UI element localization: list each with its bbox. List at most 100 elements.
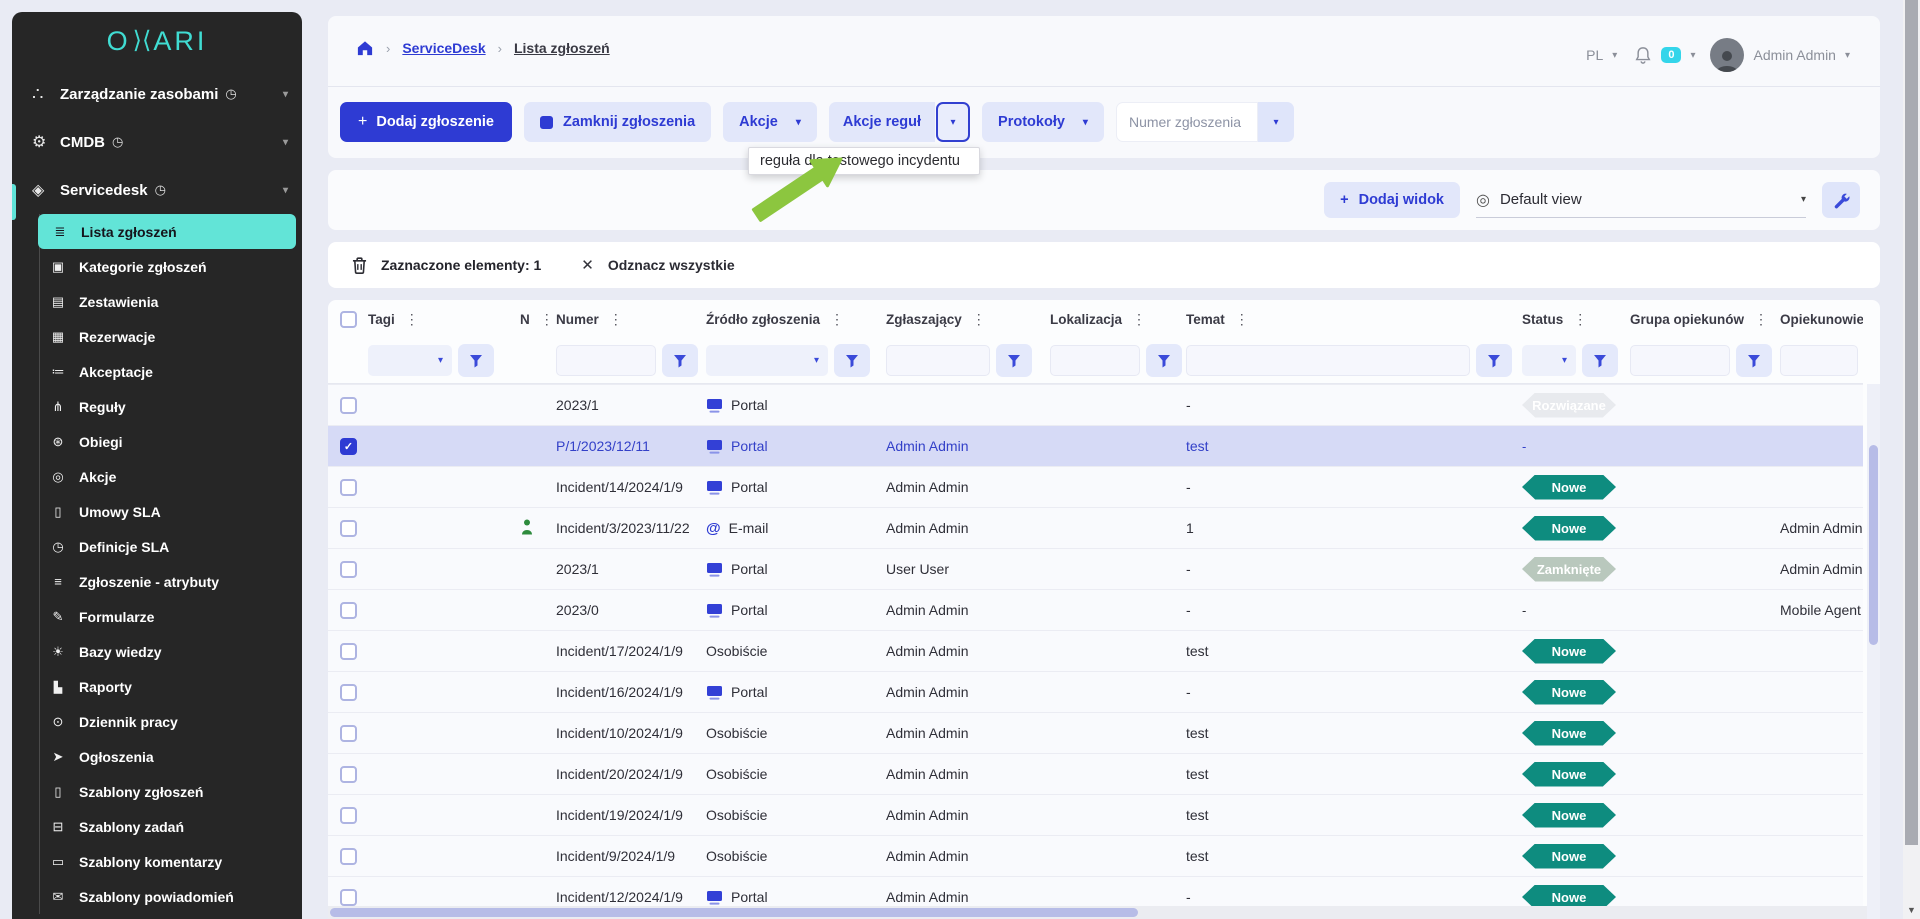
row-checkbox[interactable] xyxy=(340,684,357,701)
breadcrumb-current[interactable]: Lista zgłoszeń xyxy=(514,40,610,56)
configure-view-button[interactable] xyxy=(1822,182,1860,218)
sidebar-item[interactable]: Akcje ▾ xyxy=(12,459,296,494)
chevron-down-icon[interactable]: ▾ xyxy=(1845,50,1850,61)
sidebar-item[interactable]: Reguły ▾ xyxy=(12,389,296,424)
row-checkbox[interactable] xyxy=(340,479,357,496)
protocols-button[interactable]: Protokoły ▾ xyxy=(982,102,1104,142)
sidebar-item[interactable]: Szablony komentarzy ▾ xyxy=(12,844,296,879)
scroll-down-arrow-icon[interactable]: ▼ xyxy=(1903,905,1920,915)
row-checkbox[interactable] xyxy=(340,766,357,783)
sidebar-item[interactable]: Bazy wiedzy ▾ xyxy=(12,634,296,669)
zglaszajacy-filter-input[interactable] xyxy=(886,345,990,376)
row-checkbox[interactable] xyxy=(340,561,357,578)
column-menu-icon[interactable]: ⋮ xyxy=(1754,311,1769,328)
lokalizacja-filter-button[interactable] xyxy=(1146,344,1182,377)
sidebar-section-servicedesk[interactable]: Servicedesk ◷ ▾ xyxy=(12,166,302,214)
breadcrumb-servicedesk[interactable]: ServiceDesk xyxy=(402,40,485,56)
vertical-scrollbar-thumb[interactable] xyxy=(1869,445,1878,645)
table-horizontal-scrollbar[interactable] xyxy=(328,906,1867,919)
column-menu-icon[interactable]: ⋮ xyxy=(1132,311,1147,328)
table-row[interactable]: Incident/3/2023/11/22 @ E-mail Admin Adm… xyxy=(328,507,1863,548)
avatar[interactable] xyxy=(1710,38,1744,72)
column-menu-icon[interactable]: ⋮ xyxy=(1235,311,1250,328)
table-row[interactable]: Incident/14/2024/1/9 @ Portal Admin Admi… xyxy=(328,466,1863,507)
sidebar-item[interactable]: Umowy SLA ▾ xyxy=(12,494,296,529)
temat-filter-button[interactable] xyxy=(1476,344,1512,377)
rule-actions-dropdown-toggle[interactable]: ▾ xyxy=(936,102,970,142)
bell-icon[interactable] xyxy=(1634,46,1652,65)
zrodlo-filter-select[interactable]: ▾ xyxy=(706,345,828,376)
page-scrollbar[interactable]: ▼ xyxy=(1903,0,1920,919)
column-menu-icon[interactable]: ⋮ xyxy=(830,311,845,328)
table-row[interactable]: 2023/1 @ Portal - Rozwiązane xyxy=(328,384,1863,425)
grupa-filter-button[interactable] xyxy=(1736,344,1772,377)
tagi-filter-button[interactable] xyxy=(458,344,494,377)
table-row[interactable]: Incident/9/2024/1/9 @ Osobiście Admin Ad… xyxy=(328,835,1863,876)
horizontal-scrollbar-thumb[interactable] xyxy=(330,908,1138,917)
sidebar-item[interactable]: Raporty ▾ xyxy=(12,669,296,704)
sidebar-item[interactable]: Zgłoszenie - atrybuty ▾ xyxy=(12,564,296,599)
sidebar-item[interactable]: Dziennik pracy ▾ xyxy=(12,704,296,739)
sidebar-item[interactable]: Szablony zgłoszeń ▾ xyxy=(12,774,296,809)
column-menu-icon[interactable]: ⋮ xyxy=(405,311,420,328)
chevron-down-icon[interactable]: ▾ xyxy=(1612,50,1617,61)
temat-filter-input[interactable] xyxy=(1186,345,1470,376)
row-checkbox[interactable] xyxy=(340,725,357,742)
search-dropdown-toggle[interactable]: ▾ xyxy=(1258,102,1294,142)
row-checkbox[interactable] xyxy=(340,397,357,414)
status-filter-select[interactable]: ▾ xyxy=(1522,345,1576,376)
table-row[interactable]: Incident/17/2024/1/9 @ Osobiście Admin A… xyxy=(328,630,1863,671)
sidebar-item[interactable]: Zestawienia ▾ xyxy=(12,284,296,319)
home-icon[interactable] xyxy=(356,40,374,56)
close-tickets-button[interactable]: Zamknij zgłoszenia xyxy=(524,102,711,142)
add-ticket-button[interactable]: + Dodaj zgłoszenie xyxy=(340,102,512,142)
view-select[interactable]: ◎ Default view ▾ xyxy=(1476,182,1806,218)
table-vertical-scrollbar[interactable] xyxy=(1867,384,1880,919)
select-all-checkbox[interactable] xyxy=(340,311,357,328)
add-view-button[interactable]: + Dodaj widok xyxy=(1324,182,1460,218)
table-row[interactable]: Incident/16/2024/1/9 @ Portal Admin Admi… xyxy=(328,671,1863,712)
sidebar-item[interactable]: Rezerwacje ▾ xyxy=(12,319,296,354)
sidebar-item[interactable]: Akceptacje ▾ xyxy=(12,354,296,389)
sidebar-item[interactable]: Definicje SLA ▾ xyxy=(12,529,296,564)
sidebar-item[interactable]: Szablony powiadomień ▾ xyxy=(12,879,296,914)
row-checkbox[interactable] xyxy=(340,889,357,906)
row-checkbox[interactable] xyxy=(340,438,357,455)
sidebar-item[interactable]: Obiegi ▾ xyxy=(12,424,296,459)
row-checkbox[interactable] xyxy=(340,848,357,865)
sidebar-section-cmdb[interactable]: CMDB ◷ ▾ xyxy=(12,118,302,166)
sidebar-item[interactable]: Kategorie zgłoszeń ▾ xyxy=(12,249,296,284)
numer-filter-button[interactable] xyxy=(662,344,698,377)
row-checkbox[interactable] xyxy=(340,520,357,537)
status-filter-button[interactable] xyxy=(1582,344,1618,377)
column-menu-icon[interactable]: ⋮ xyxy=(1573,311,1588,328)
table-row[interactable]: Incident/10/2024/1/9 @ Osobiście Admin A… xyxy=(328,712,1863,753)
table-row[interactable]: Incident/20/2024/1/9 @ Osobiście Admin A… xyxy=(328,753,1863,794)
zrodlo-filter-button[interactable] xyxy=(834,344,870,377)
row-checkbox[interactable] xyxy=(340,602,357,619)
numer-filter-input[interactable] xyxy=(556,345,656,376)
actions-button[interactable]: Akcje ▾ xyxy=(723,102,817,142)
rule-dropdown-item[interactable]: reguła dla testowego incydentu xyxy=(749,148,979,174)
sidebar-item[interactable]: Szablony zadań ▾ xyxy=(12,809,296,844)
ticket-number-input[interactable] xyxy=(1116,102,1258,142)
close-icon[interactable]: ✕ xyxy=(581,256,594,274)
row-checkbox[interactable] xyxy=(340,807,357,824)
chevron-down-icon[interactable]: ▾ xyxy=(1690,50,1695,61)
table-row[interactable]: P/1/2023/12/11 @ Portal Admin Admin test… xyxy=(328,425,1863,466)
column-menu-icon[interactable]: ⋮ xyxy=(972,311,987,328)
lokalizacja-filter-input[interactable] xyxy=(1050,345,1140,376)
user-name[interactable]: Admin Admin xyxy=(1753,47,1835,63)
zglaszajacy-filter-button[interactable] xyxy=(996,344,1032,377)
column-menu-icon[interactable]: ⋮ xyxy=(609,311,624,328)
page-scrollbar-thumb[interactable] xyxy=(1905,0,1918,845)
sidebar-item[interactable]: Ogłoszenia ▾ xyxy=(12,739,296,774)
grupa-filter-input[interactable] xyxy=(1630,345,1730,376)
tagi-filter-select[interactable]: ▾ xyxy=(368,345,452,376)
language-selector[interactable]: PL xyxy=(1586,47,1603,63)
notification-count-badge[interactable]: 0 xyxy=(1661,47,1681,63)
column-menu-icon[interactable]: ⋮ xyxy=(540,311,555,328)
row-checkbox[interactable] xyxy=(340,643,357,660)
deselect-all-button[interactable]: Odznacz wszystkie xyxy=(608,257,735,273)
trash-icon[interactable] xyxy=(352,257,367,274)
